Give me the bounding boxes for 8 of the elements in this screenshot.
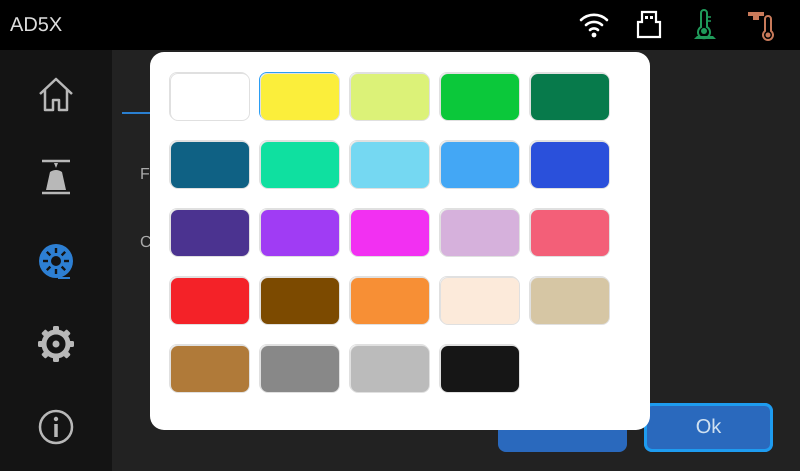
- filament-spool-icon[interactable]: [36, 241, 76, 281]
- setting-label: F: [140, 166, 150, 184]
- usb-drive-icon: [634, 9, 664, 41]
- info-icon[interactable]: [36, 407, 76, 447]
- printer-name: AD5X: [10, 14, 64, 36]
- ok-button[interactable]: Ok: [644, 403, 773, 452]
- settings-icon[interactable]: [36, 324, 76, 364]
- setting-label: C: [140, 234, 152, 252]
